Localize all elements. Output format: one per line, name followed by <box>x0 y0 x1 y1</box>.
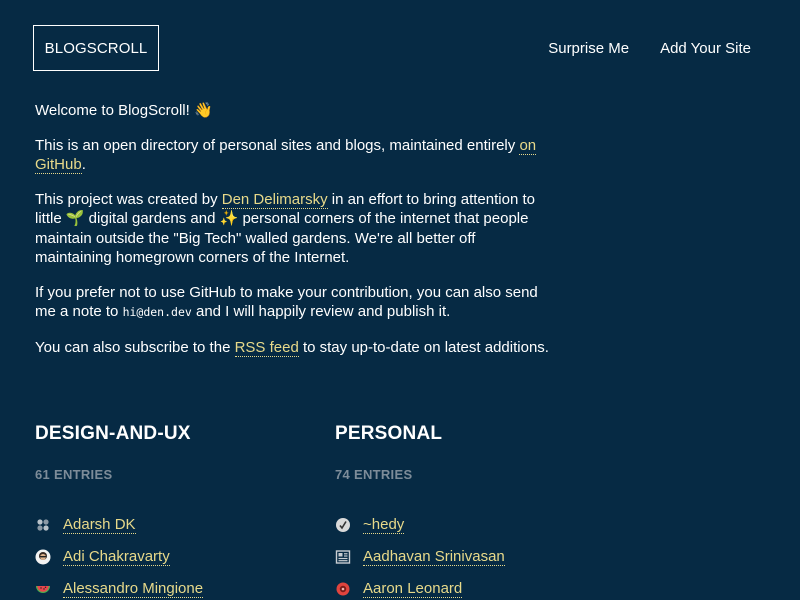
list-item: Aadhavan Srinivasan <box>335 541 615 573</box>
entry-link[interactable]: Alessandro Mingione <box>63 580 204 598</box>
entry-link[interactable]: Adi Chakravarty <box>63 548 170 566</box>
entry-link[interactable]: Adarsh DK <box>63 516 136 534</box>
category-personal: PERSONAL 74 ENTRIES ~hedy Aadhavan Srini… <box>335 422 615 600</box>
intro-paragraph-2: This project was created by Den Delimars… <box>35 190 555 268</box>
welcome-text: Welcome to BlogScroll! 👋 <box>35 102 213 119</box>
entry-link[interactable]: ~hedy <box>363 516 405 534</box>
intro-paragraph-3: If you prefer not to use GitHub to make … <box>35 283 555 323</box>
add-your-site-link[interactable]: Add Your Site <box>660 40 751 57</box>
entry-count: 61 ENTRIES <box>35 467 113 482</box>
entry-link[interactable]: Aaron Leonard <box>363 580 463 598</box>
entry-count: 74 ENTRIES <box>335 467 413 482</box>
page: BLOGSCROLL Surprise Me Add Your Site Wel… <box>0 0 800 600</box>
check-circle-icon <box>335 517 351 533</box>
list-item: Adarsh DK <box>35 509 315 541</box>
logo-link[interactable]: BLOGSCROLL <box>33 25 159 71</box>
rss-feed-link[interactable]: RSS feed <box>234 338 299 357</box>
email-code: hi@den.dev <box>122 305 192 319</box>
list-item: Aaron Leonard <box>335 573 615 600</box>
entry-link[interactable]: Aadhavan Srinivasan <box>363 548 505 566</box>
intro-text: and I will happily review and publish it… <box>191 303 451 320</box>
intro-text: to stay up-to-date on latest additions. <box>298 338 549 356</box>
list-item: ~hedy <box>335 509 615 541</box>
list-item: Alessandro Mingione <box>35 573 315 600</box>
category-title: PERSONAL <box>335 423 443 444</box>
intro-text: This project was created by <box>35 190 222 208</box>
intro-text: This is an open directory of personal si… <box>35 136 520 154</box>
intro-text: You can also subscribe to the <box>35 338 235 356</box>
intro-paragraph-1: This is an open directory of personal si… <box>35 136 555 175</box>
avatar-icon <box>35 549 51 565</box>
surprise-me-link[interactable]: Surprise Me <box>548 40 629 57</box>
dots-icon <box>35 517 51 533</box>
top-nav: Surprise Me Add Your Site <box>548 40 751 57</box>
watermelon-icon <box>35 581 51 597</box>
entry-list: Adarsh DK Adi Chakravarty Alessandro Min… <box>35 509 315 600</box>
intro-section: Welcome to BlogScroll! 👋 This is an open… <box>35 101 555 372</box>
author-link[interactable]: Den Delimarsky <box>221 190 328 209</box>
intro-paragraph-4: You can also subscribe to the RSS feed t… <box>35 338 555 358</box>
entry-list: ~hedy Aadhavan Srinivasan Aaron Leonard <box>335 509 615 600</box>
intro-text: . <box>81 156 86 173</box>
newspaper-icon <box>335 549 351 565</box>
list-item: Adi Chakravarty <box>35 541 315 573</box>
category-design-and-ux: DESIGN-AND-UX 61 ENTRIES Adarsh DK Adi C… <box>35 422 315 600</box>
category-title: DESIGN-AND-UX <box>35 423 191 444</box>
red-badge-icon <box>335 581 351 597</box>
